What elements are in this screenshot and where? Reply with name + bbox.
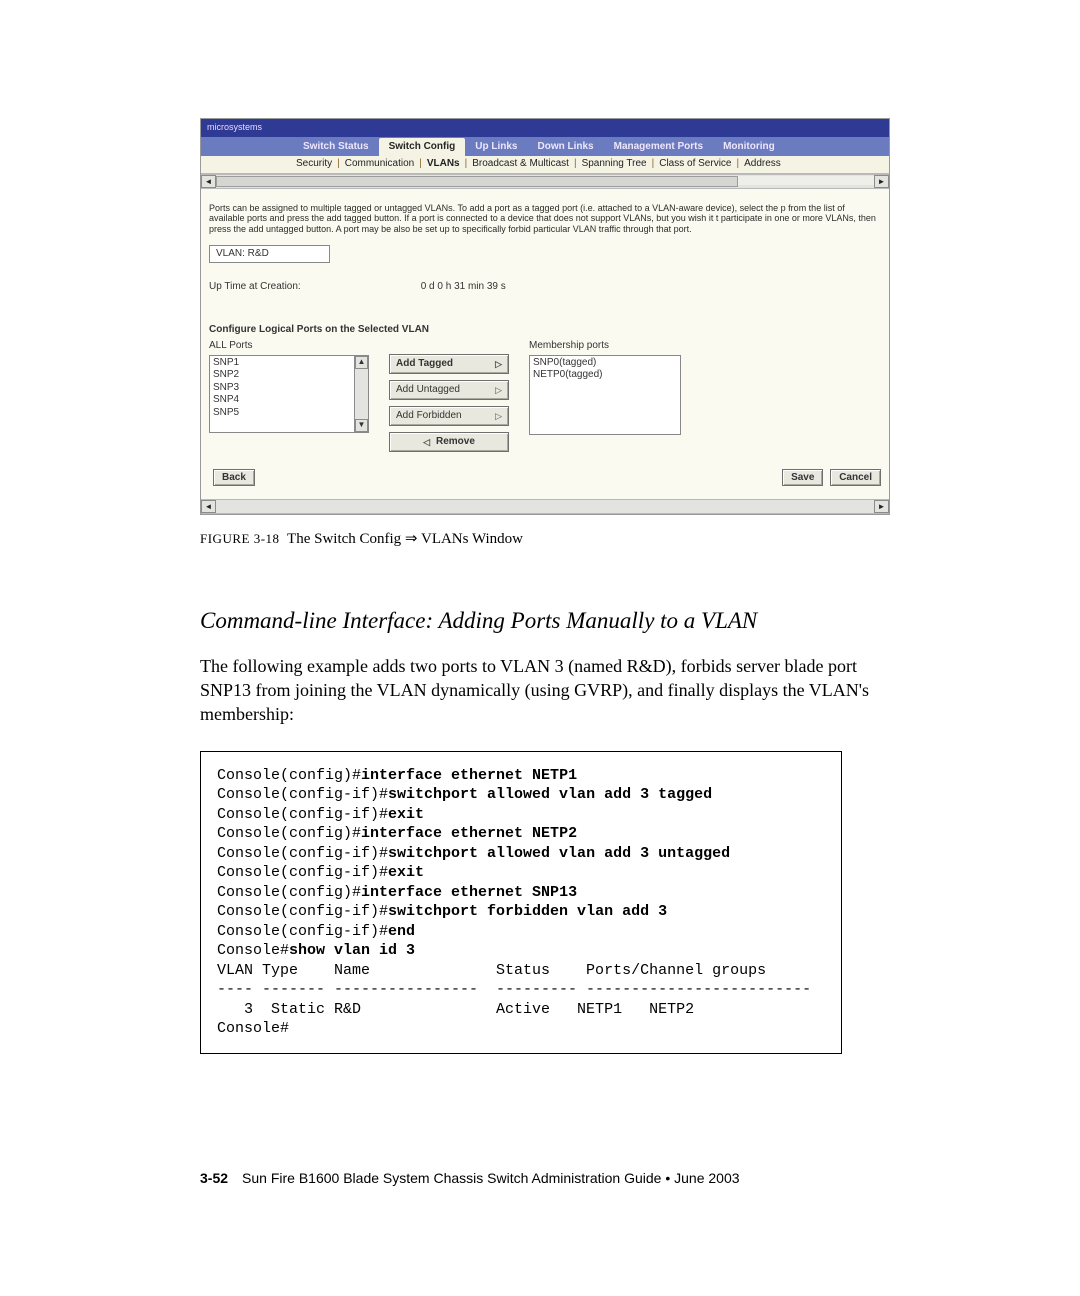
page-number: 3-52 [200, 1170, 228, 1186]
figure-caption-text: The Switch Config ⇒ VLANs Window [287, 531, 523, 547]
scroll-up-icon[interactable]: ▲ [355, 356, 368, 369]
list-item[interactable]: NETP0(tagged) [533, 369, 677, 382]
scroll-right-icon[interactable]: ► [874, 500, 889, 513]
scroll-left-icon[interactable]: ◄ [201, 500, 216, 513]
subtab-security[interactable]: Security [293, 158, 335, 171]
add-untagged-button[interactable]: Add Untagged [389, 380, 509, 400]
back-button[interactable]: Back [213, 469, 255, 486]
all-ports-listbox[interactable]: SNP1 SNP2 SNP3 SNP4 SNP5 ▲ ▼ [209, 355, 369, 433]
page-footer: 3-52 Sun Fire B1600 Blade System Chassis … [200, 1170, 740, 1186]
subtab-broadcast[interactable]: Broadcast & Multicast [469, 158, 572, 171]
list-item[interactable]: SNP3 [213, 382, 352, 395]
horizontal-scrollbar-bottom[interactable]: ◄ ► [201, 499, 889, 514]
footer-text: Sun Fire B1600 Blade System Chassis Swit… [242, 1170, 740, 1186]
horizontal-scrollbar[interactable]: ◄ ► [201, 174, 889, 189]
list-item[interactable]: SNP2 [213, 369, 352, 382]
secondary-tabs: Security| Communication| VLANs| Broadcas… [201, 156, 889, 174]
cancel-button[interactable]: Cancel [830, 469, 881, 486]
list-item[interactable]: SNP1 [213, 357, 352, 370]
scroll-left-icon[interactable]: ◄ [201, 175, 216, 188]
tab-switch-status[interactable]: Switch Status [293, 138, 379, 157]
tab-switch-config[interactable]: Switch Config [379, 138, 466, 157]
list-item[interactable]: SNP5 [213, 407, 352, 420]
subtab-communication[interactable]: Communication [342, 158, 417, 171]
figure-caption: FIGURE 3-18 The Switch Config ⇒ VLANs Wi… [200, 529, 890, 548]
tab-up-links[interactable]: Up Links [465, 138, 527, 157]
membership-label: Membership ports [529, 340, 681, 353]
figure-number: FIGURE 3-18 [200, 531, 280, 546]
section-heading: Configure Logical Ports on the Selected … [209, 324, 881, 337]
add-forbidden-button[interactable]: Add Forbidden [389, 406, 509, 426]
list-item[interactable]: SNP0(tagged) [533, 357, 677, 370]
section-title: Command-line Interface: Adding Ports Man… [200, 608, 890, 634]
scroll-right-icon[interactable]: ► [874, 175, 889, 188]
tab-management-ports[interactable]: Management Ports [604, 138, 713, 157]
primary-tabs: Switch Status Switch Config Up Links Dow… [201, 137, 889, 156]
vlan-config-screenshot: microsystems Switch Status Switch Config… [200, 118, 890, 515]
scroll-thumb[interactable] [216, 176, 738, 187]
scroll-down-icon[interactable]: ▼ [355, 419, 368, 432]
membership-listbox[interactable]: SNP0(tagged) NETP0(tagged) [529, 355, 681, 435]
remove-button[interactable]: Remove [389, 432, 509, 452]
description-text: Ports can be assigned to multiple tagged… [209, 203, 881, 235]
tab-down-links[interactable]: Down Links [527, 138, 603, 157]
body-paragraph: The following example adds two ports to … [200, 654, 870, 727]
cli-example: Console(config)#interface ethernet NETP1… [200, 751, 842, 1054]
uptime-value: 0 d 0 h 31 min 39 s [421, 281, 506, 294]
subtab-spanning-tree[interactable]: Spanning Tree [579, 158, 650, 171]
subtab-vlans[interactable]: VLANs [424, 158, 463, 171]
add-tagged-button[interactable]: Add Tagged [389, 354, 509, 374]
vlan-name-box: VLAN: R&D [209, 245, 330, 264]
subtab-cos[interactable]: Class of Service [656, 158, 734, 171]
all-ports-label: ALL Ports [209, 340, 369, 353]
save-button[interactable]: Save [782, 469, 823, 486]
subtab-address[interactable]: Address [741, 158, 784, 171]
vertical-scrollbar[interactable]: ▲ ▼ [354, 356, 368, 432]
uptime-label: Up Time at Creation: [209, 281, 301, 294]
window-titlebar: microsystems [201, 119, 889, 137]
tab-monitoring[interactable]: Monitoring [713, 138, 785, 157]
list-item[interactable]: SNP4 [213, 394, 352, 407]
titlebar-text: microsystems [207, 122, 262, 133]
